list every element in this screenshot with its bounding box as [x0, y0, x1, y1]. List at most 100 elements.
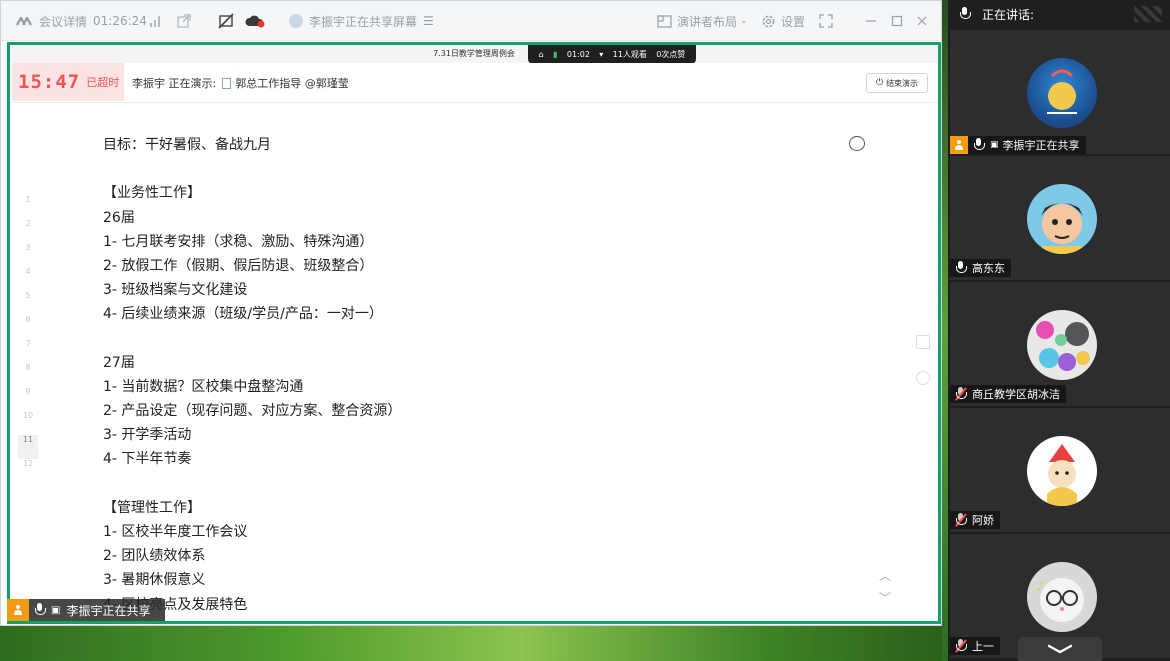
doc-line	[103, 327, 401, 351]
annotation-off-icon[interactable]	[218, 1, 234, 41]
doc-line: 4- 后续业绩来源（班级/学员/产品：一对一）	[103, 306, 383, 323]
close-icon[interactable]	[916, 1, 928, 41]
shared-screen: 7.31日教学管理周例会 ⌂ ▮ 01:02 ▾ 11人观看 0次点赞 15:4…	[7, 42, 941, 624]
meeting-window: 会议详情 01:26:24 李振宇正在共享屏幕 ☰ 演讲者布局 ⌄ 设置 7.3…	[0, 0, 942, 626]
line-number: 7	[25, 339, 31, 348]
presentation-bar: 15:47 已超时 李振宇 正在演示: 郭总工作指导 @郭瑾莹 ⏻ 结束演示	[10, 63, 938, 103]
line-number: 4	[25, 267, 31, 276]
grid-view-icon[interactable]	[1134, 6, 1162, 22]
presenter-info: 李振宇 正在演示: 郭总工作指导 @郭瑾莹	[132, 75, 349, 91]
elapsed-time: 01:26:24	[93, 14, 147, 28]
overtime-timer: 15:47 已超时	[12, 63, 124, 101]
participant-name: 上一	[972, 640, 994, 653]
participant-tile[interactable]: 高东东	[950, 156, 1170, 280]
home-icon[interactable]: ⌂	[539, 50, 544, 59]
participant-name-tag: 阿娇	[950, 511, 1000, 529]
doc-line: 3- 开学季活动	[103, 427, 192, 444]
power-icon: ⏻	[875, 78, 884, 88]
participant-panel: 正在讲话: ▣ 李振宇正在共享 高东东 商丘教学区胡冰洁 阿娇 上一	[948, 0, 1170, 661]
line-number: 3	[25, 243, 31, 252]
signal-strength-icon[interactable]	[149, 1, 163, 41]
doc-line: 3- 班级档案与文化建设	[103, 282, 248, 299]
sharing-name-label: 李振宇正在共享	[66, 603, 151, 618]
settings-button[interactable]: 设置	[761, 1, 805, 41]
expand-panel-button[interactable]	[1018, 637, 1102, 661]
titlebar: 会议详情 01:26:24 李振宇正在共享屏幕 ☰ 演讲者布局 ⌄ 设置	[1, 1, 941, 41]
line-numbers: 1 2 3 4 5 6 7 8 9 10 11 12	[18, 195, 38, 483]
participant-tile[interactable]: 阿娇	[950, 408, 1170, 532]
participant-name: 高东东	[972, 262, 1005, 275]
side-toolbar	[916, 335, 930, 385]
doc-line: 目标：干好暑假、备战九月	[103, 137, 271, 153]
layout-button[interactable]: 演讲者布局 ⌄	[657, 1, 748, 41]
gear-icon	[762, 15, 775, 27]
layout-icon	[657, 14, 672, 28]
doc-line: 4- 下半年节奏	[103, 451, 192, 468]
meeting-details-label: 会议详情	[39, 14, 88, 29]
doc-line: 2- 产品设定（现存问题、对应方案、整合资源）	[103, 403, 402, 420]
like-count: 0次点赞	[656, 50, 686, 59]
screen-share-status[interactable]: 李振宇正在共享屏幕 ☰	[289, 1, 434, 41]
doc-line: 【管理性工作】	[103, 499, 201, 516]
presenter-text: 李振宇 正在演示:	[132, 77, 217, 90]
scroll-up-icon[interactable]: ︿	[876, 567, 894, 585]
maximize-icon[interactable]	[891, 1, 903, 41]
tencent-meeting-logo-icon	[15, 16, 33, 26]
avatar	[1027, 436, 1097, 506]
popout-icon[interactable]	[177, 1, 191, 41]
speaking-mic-icon	[958, 7, 972, 21]
viewer-count: 11人观看	[612, 50, 647, 59]
fullscreen-icon[interactable]	[819, 1, 833, 41]
mic-icon	[972, 138, 986, 152]
doc-line: 1- 区校半年度工作会议	[103, 524, 248, 540]
doc-title[interactable]: 郭总工作指导 @郭瑾莹	[235, 75, 349, 91]
end-presentation-label: 结束演示	[886, 78, 919, 88]
shared-meeting-title: 7.31日教学管理周例会	[10, 45, 938, 63]
scroll-down-icon[interactable]: ﹀	[876, 589, 894, 607]
end-presentation-button[interactable]: ⏻ 结束演示	[866, 73, 928, 93]
chat-bubble-icon[interactable]	[916, 335, 930, 349]
minimize-icon[interactable]	[865, 1, 877, 41]
meeting-details-button[interactable]: 会议详情	[15, 1, 87, 41]
line-number: 1	[25, 195, 31, 204]
doc-line: 1- 当前数据？区校集中盘整沟通	[103, 378, 304, 395]
line-number: 10	[22, 411, 34, 420]
mic-muted-icon	[954, 513, 968, 527]
line-number: 9	[25, 387, 31, 396]
desktop-wallpaper-strip	[0, 624, 948, 661]
avatar	[1027, 58, 1097, 128]
mic-ghost-icon[interactable]	[916, 371, 930, 385]
doc-line: 3- 暑期休假意义	[103, 572, 206, 589]
presenter-avatar-icon	[289, 14, 303, 28]
mic-icon	[33, 603, 47, 617]
avatar	[1027, 562, 1097, 632]
line-number: 12	[22, 459, 34, 468]
recording-time: 01:02	[566, 50, 590, 59]
doc-line: 26届	[103, 209, 135, 226]
participant-tile[interactable]: 商丘教学区胡冰洁	[950, 282, 1170, 406]
caret-down-icon[interactable]: ▾	[599, 50, 603, 59]
participant-name-tag: ▣ 李振宇正在共享	[950, 136, 1086, 154]
doc-line	[103, 472, 401, 496]
document-icon	[222, 77, 232, 89]
sharing-status-label: 李振宇正在共享屏幕	[309, 14, 418, 29]
participant-name-tag: 商丘教学区胡冰洁	[950, 385, 1066, 403]
screen-share-icon: ▣	[990, 140, 999, 150]
signal-icon: ▮	[553, 50, 558, 59]
cloud-record-icon[interactable]	[245, 1, 265, 41]
recording-pill[interactable]: ⌂ ▮ 01:02 ▾ 11人观看 0次点赞	[528, 45, 696, 64]
comment-icon[interactable]	[849, 136, 865, 151]
participant-name-tag: 上一	[950, 637, 1000, 655]
line-number: 11	[18, 435, 38, 459]
layout-label: 演讲者布局	[677, 14, 738, 29]
document-body[interactable]: 目标：干好暑假、备战九月 【业务性工作】 26届 1- 七月联考安排（求稳、激励…	[103, 133, 401, 617]
mic-muted-icon	[954, 387, 968, 401]
participant-tile[interactable]: ▣ 李振宇正在共享	[950, 30, 1170, 154]
speaking-header: 正在讲话:	[948, 0, 1170, 28]
doc-line: 2- 放假工作（假期、假后防退、班级整合）	[103, 257, 374, 274]
doc-line	[103, 157, 401, 181]
chevron-down-icon	[1047, 644, 1073, 654]
avatar	[1027, 184, 1097, 254]
participant-name: 李振宇正在共享	[1002, 139, 1080, 152]
chevron-down-icon: ⌄	[740, 16, 748, 26]
